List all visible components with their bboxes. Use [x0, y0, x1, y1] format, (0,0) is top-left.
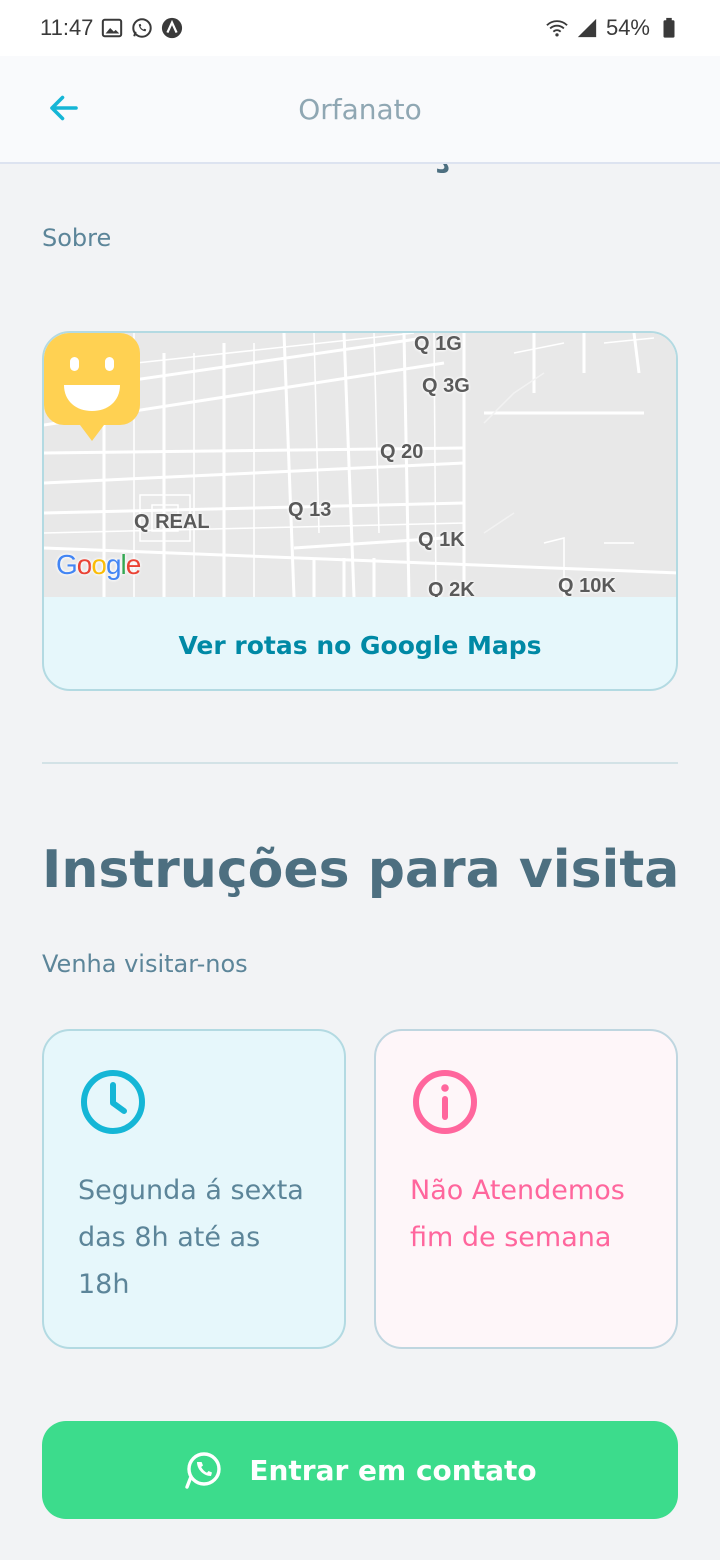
- map-label-q3g: Q 3G: [422, 375, 470, 397]
- status-bar: 11:47 54%: [0, 0, 720, 56]
- status-right: 54%: [546, 15, 680, 41]
- image-notification-icon: [102, 18, 123, 38]
- status-left: 11:47: [40, 15, 183, 41]
- contact-button-label: Entrar em contato: [249, 1453, 537, 1487]
- map-view[interactable]: Q 1G Q 3G Q 20 Q REAL Q 13 Q 1K Q 2K Q 1…: [44, 333, 676, 597]
- arrow-left-icon: [50, 95, 78, 121]
- map-label-q2k: Q 2K: [428, 579, 475, 597]
- weekend-notice-card: Não Atendemos fim de semana: [374, 1029, 678, 1349]
- header-title: Orfanato: [298, 92, 422, 126]
- whatsapp-notification-icon: [132, 18, 153, 38]
- app-header: Orfanato: [0, 56, 720, 164]
- back-button[interactable]: [40, 84, 88, 132]
- google-logo: Google: [56, 549, 141, 580]
- contact-button[interactable]: Entrar em contato: [42, 1421, 678, 1519]
- map-label-q10k: Q 10K: [558, 575, 616, 597]
- map-marker-icon[interactable]: [44, 333, 140, 445]
- clock-icon: [81, 1070, 145, 1134]
- map-card: Q 1G Q 3G Q 20 Q REAL Q 13 Q 1K Q 2K Q 1…: [42, 331, 678, 691]
- whatsapp-icon: [185, 1452, 222, 1489]
- weekend-notice-text: Não Atendemos fim de semana: [410, 1175, 625, 1253]
- map-label-q1g: Q 1G: [414, 333, 462, 355]
- map-label-q13: Q 13: [288, 499, 332, 521]
- visit-instructions-subtitle: Venha visitar-nos: [42, 950, 248, 978]
- map-label-q20: Q 20: [380, 441, 424, 463]
- map-label-q1k: Q 1K: [418, 529, 465, 551]
- signal-icon: [577, 18, 597, 38]
- info-icon: [413, 1070, 477, 1134]
- wifi-icon: [546, 20, 568, 37]
- map-label-qreal: Q REAL: [134, 511, 210, 533]
- section-divider: [42, 762, 678, 764]
- battery-icon: [663, 17, 675, 38]
- opening-hours-text: Segunda á sexta das 8h até as 18h: [78, 1175, 304, 1300]
- status-time: 11:47: [40, 15, 94, 40]
- google-maps-routes-link[interactable]: Ver rotas no Google Maps: [44, 597, 676, 689]
- battery-percent: 54%: [605, 15, 650, 40]
- app-notification-icon: [162, 17, 183, 39]
- opening-hours-card: Segunda á sexta das 8h até as 18h: [42, 1029, 346, 1349]
- about-label: Sobre: [42, 224, 112, 252]
- visit-instructions-title: Instruções para visita: [42, 840, 680, 900]
